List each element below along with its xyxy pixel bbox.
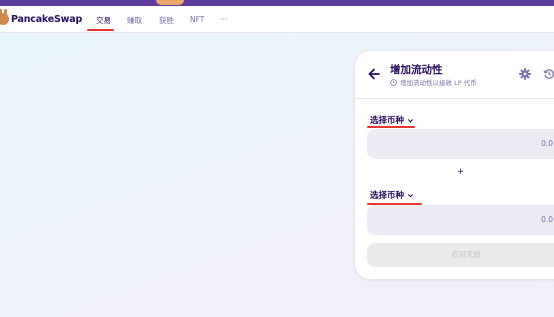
nav-item-nft[interactable]: NFT (190, 15, 204, 24)
banner-bunny-graphic (156, 0, 184, 5)
gear-icon[interactable] (519, 68, 531, 80)
nav-item-trade[interactable]: 交易 (96, 15, 111, 26)
nav-item-earn[interactable]: 赚取 (127, 15, 142, 26)
token-b-select-label: 选择币种 (370, 191, 405, 201)
clock-icon (390, 78, 397, 86)
card-title: 增加流动性 (390, 64, 443, 76)
chevron-down-icon (407, 118, 414, 122)
plus-sign: + (457, 167, 465, 177)
token-b-select[interactable]: 选择币种 (370, 189, 414, 201)
nav-active-underline (87, 29, 114, 31)
invalid-pair-button[interactable]: 币对无效 (367, 243, 554, 267)
card-subtitle-text: 增加流动性以接收 LP 代币 (400, 79, 477, 87)
chevron-down-icon (407, 193, 414, 197)
token-a-amount-input[interactable]: 0.0 (367, 129, 554, 159)
token-a-annotation-underline (367, 126, 415, 128)
nav-item-win[interactable]: 获胜 (159, 15, 174, 26)
brand-name: PancakeSwap (11, 13, 83, 25)
pancake-bunny-icon (0, 9, 9, 25)
card-header: 增加流动性 增加流动性以接收 LP 代币 (355, 51, 554, 99)
top-navigation: PancakeSwap 交易 赚取 获胜 NFT ··· (0, 6, 554, 33)
nav-item-more[interactable]: ··· (220, 15, 227, 24)
add-liquidity-card: 增加流动性 增加流动性以接收 LP 代币 选择币种 0.0 + 选择币种 0.0… (354, 50, 554, 280)
token-a-select-label: 选择币种 (370, 116, 405, 126)
token-b-amount-input[interactable]: 0.0 (367, 205, 554, 235)
brand-logo[interactable]: PancakeSwap (0, 9, 83, 25)
history-icon[interactable] (543, 68, 554, 80)
token-a-select[interactable]: 选择币种 (370, 114, 414, 126)
arrow-left-icon[interactable] (367, 67, 381, 81)
card-subtitle: 增加流动性以接收 LP 代币 (390, 77, 477, 87)
